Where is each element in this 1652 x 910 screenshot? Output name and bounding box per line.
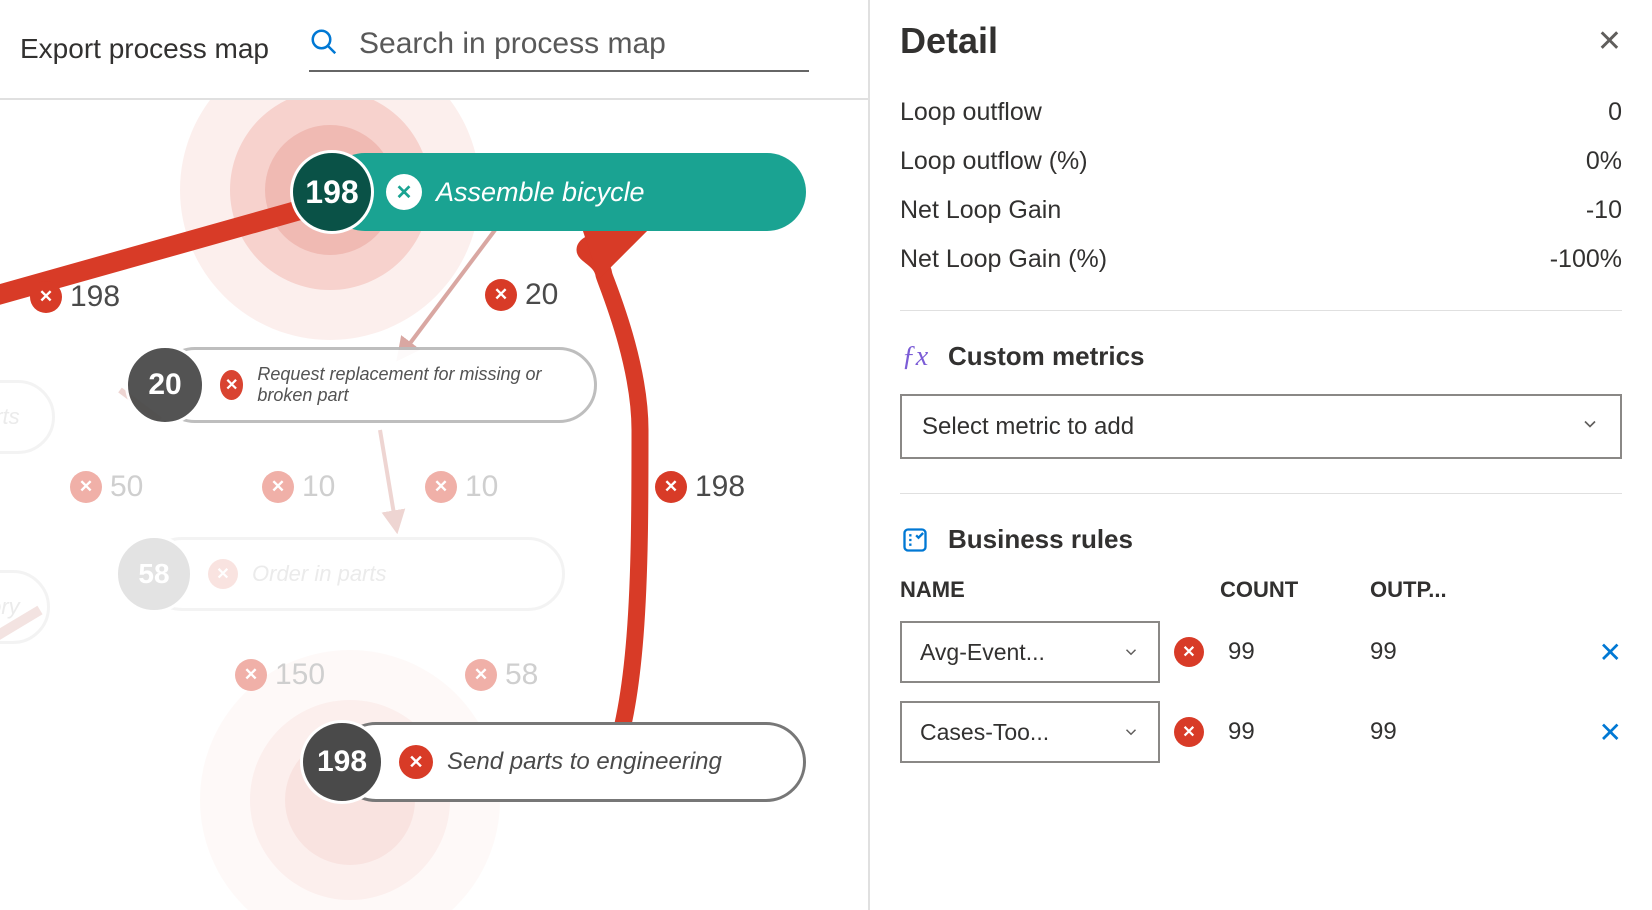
rule-output: 99 [1370, 718, 1585, 746]
close-icon [235, 659, 267, 691]
close-icon[interactable] [220, 370, 243, 400]
close-icon [425, 471, 457, 503]
close-icon[interactable] [399, 745, 433, 779]
edge-label: 10 [425, 470, 498, 504]
remove-rule-button[interactable]: ✕ [1599, 716, 1622, 749]
rule-output: 99 [1370, 638, 1585, 666]
col-name: NAME [900, 577, 1220, 603]
close-icon [485, 279, 517, 311]
node-request-replacement[interactable]: 20 Request replacement for missing or br… [125, 345, 597, 425]
edge-label: 58 [465, 658, 538, 692]
chevron-down-icon [1122, 723, 1140, 741]
edge-label: 50 [70, 470, 143, 504]
close-icon [655, 471, 687, 503]
close-icon [465, 659, 497, 691]
node-count: 198 [300, 720, 384, 804]
node-partial-arts[interactable]: arts [0, 380, 55, 454]
business-rules-title: Business rules [948, 524, 1133, 555]
custom-metrics-title: Custom metrics [948, 341, 1145, 372]
search-icon [309, 27, 339, 62]
node-partial-tory[interactable]: tory [0, 570, 50, 644]
node-assemble-bicycle[interactable]: 198 Assemble bicycle [290, 150, 806, 234]
edge-label: 198 [30, 280, 120, 314]
col-output: OUTP... [1370, 577, 1622, 603]
close-icon [70, 471, 102, 503]
edge-label: 150 [235, 658, 325, 692]
close-icon[interactable] [386, 174, 422, 210]
rule-row: Avg-Event... 99 99 ✕ [900, 621, 1622, 683]
edge-label: 10 [262, 470, 335, 504]
node-count: 20 [125, 345, 205, 425]
node-label: tory [0, 594, 20, 620]
close-icon [30, 281, 62, 313]
node-label: Request replacement for missing or broke… [257, 364, 554, 406]
error-icon [1174, 717, 1204, 747]
close-icon[interactable] [208, 559, 238, 589]
col-count: COUNT [1220, 577, 1370, 603]
metric-row: Net Loop Gain (%)-100% [900, 235, 1622, 284]
custom-metric-select[interactable]: Select metric to add [900, 394, 1622, 459]
process-map-canvas[interactable]: 198 Assemble bicycle 20 Request replacem… [0, 100, 868, 910]
rule-count: 99 [1228, 718, 1356, 746]
rule-name-select[interactable]: Avg-Event... [900, 621, 1160, 683]
close-icon [262, 471, 294, 503]
business-rules-icon [900, 525, 930, 555]
remove-rule-button[interactable]: ✕ [1599, 636, 1622, 669]
node-count: 198 [290, 150, 374, 234]
search-input[interactable] [359, 27, 809, 61]
metric-row: Loop outflow0 [900, 88, 1622, 137]
node-label: Send parts to engineering [447, 748, 722, 776]
export-process-map-link[interactable]: Export process map [20, 33, 269, 65]
edge-label: 198 [655, 470, 745, 504]
rule-row: Cases-Too... 99 99 ✕ [900, 701, 1622, 763]
rule-count: 99 [1228, 638, 1356, 666]
node-count: 58 [115, 535, 193, 613]
chevron-down-icon [1580, 413, 1600, 441]
chevron-down-icon [1122, 643, 1140, 661]
edge-label: 20 [485, 278, 558, 312]
search-field[interactable] [309, 27, 809, 72]
node-label: Assemble bicycle [436, 177, 645, 208]
node-label: arts [0, 404, 20, 430]
metrics-list: Loop outflow0 Loop outflow (%)0% Net Loo… [900, 88, 1622, 311]
node-label: Order in parts [252, 561, 387, 587]
metric-row: Loop outflow (%)0% [900, 137, 1622, 186]
close-button[interactable]: ✕ [1597, 24, 1622, 59]
metric-row: Net Loop Gain-10 [900, 186, 1622, 235]
fx-icon: ƒx [900, 342, 930, 372]
node-order-in-parts[interactable]: 58 Order in parts [115, 535, 565, 613]
rule-name-select[interactable]: Cases-Too... [900, 701, 1160, 763]
node-send-parts[interactable]: 198 Send parts to engineering [300, 720, 806, 804]
select-placeholder: Select metric to add [922, 413, 1134, 441]
table-header: NAME COUNT OUTP... [900, 577, 1622, 603]
error-icon [1174, 637, 1204, 667]
detail-title: Detail [900, 20, 998, 62]
